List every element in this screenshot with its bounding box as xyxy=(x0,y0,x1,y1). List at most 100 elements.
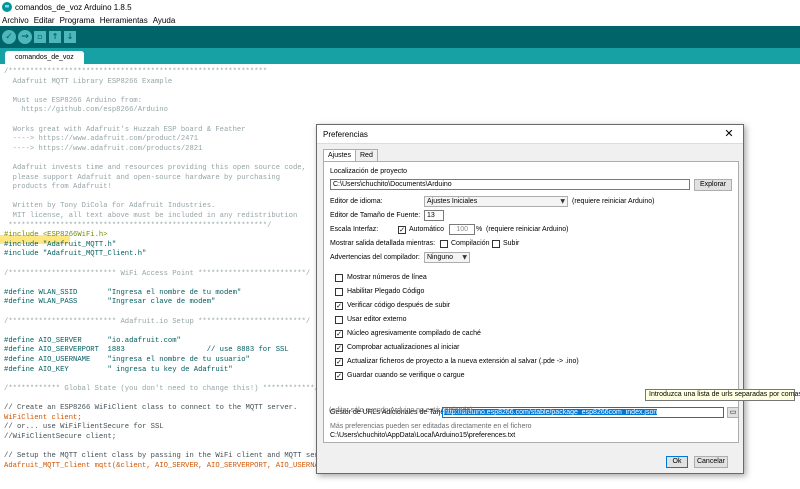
code-line: // or... use WiFiFlientSecure for SSL xyxy=(4,423,164,432)
code-line: WiFiClient client; xyxy=(4,413,82,422)
tab-sketch[interactable]: comandos_de_voz xyxy=(5,51,84,64)
code-line: //WiFiClientSecure client; xyxy=(4,432,117,441)
code-line: #define AIO_SERVERPORT 1883 // use 8883 … xyxy=(4,346,289,355)
option-checkbox[interactable]: ✓ xyxy=(335,330,343,338)
code-line: Adafruit MQTT Library ESP8266 Example xyxy=(4,77,173,86)
option-label: Verificar código después de subir xyxy=(347,302,451,309)
verbose-compile-label: Compilación xyxy=(451,240,490,247)
verbose-upload-label: Subir xyxy=(503,240,520,247)
chevron-down-icon: ▼ xyxy=(560,198,565,205)
code-line: /***************************************… xyxy=(4,68,268,76)
option-checkbox[interactable] xyxy=(335,316,343,324)
code-line: #define AIO_USERNAME "ingresa el nombre … xyxy=(4,356,250,364)
code-line: Works great with Adafruit's Huzzah ESP b… xyxy=(4,125,246,134)
code-line: /************************* WiFi Access P… xyxy=(4,269,311,278)
sketch-tab-bar: comandos_de_voz xyxy=(0,48,800,64)
prefs-file-path[interactable]: C:\Users\chuchito\AppData\Local\Arduino1… xyxy=(330,432,515,439)
preferences-dialog: Preferencias ✕ Ajustes Red Localización … xyxy=(316,124,744,474)
option-checkbox[interactable]: ✓ xyxy=(335,344,343,352)
menu-tools[interactable]: Herramientas xyxy=(100,16,148,25)
code-line: #define WLAN_PASS "Ingresar clave de mod… xyxy=(4,298,216,307)
down-arrow-icon: ↓ xyxy=(66,32,74,41)
option-checkbox[interactable] xyxy=(335,288,343,296)
code-line: Written by Tony DiCola for Adafruit Indu… xyxy=(4,202,216,211)
option-label: Actualizar ficheros de proyecto a la nue… xyxy=(347,358,579,365)
code-line: #define WLAN_SSID "Ingresa el nombre de … xyxy=(4,288,242,297)
sketchbook-label: Localización de proyecto xyxy=(330,168,408,175)
window-title: comandos_de_voz Arduino 1.8.5 xyxy=(15,2,132,12)
scale-input[interactable]: 100 xyxy=(449,224,475,235)
open-button[interactable]: ↑ xyxy=(49,31,61,43)
language-select[interactable]: Ajustes Iniciales ▼ xyxy=(424,196,568,207)
code-line: #include "Adafruit_MQTT.h" xyxy=(4,240,117,249)
code-line: // Create an ESP8266 WiFiClient class to… xyxy=(4,404,298,412)
boards-url-input[interactable]: http://arduino.esp8266.com/stable/packag… xyxy=(442,407,724,418)
edit-note: (editar sólo cuando Arduino no está corr… xyxy=(329,407,473,414)
cancel-button[interactable]: Cancelar xyxy=(694,456,728,468)
menu-bar: Archivo Editar Programa Herramientas Ayu… xyxy=(0,14,800,26)
code-line: #define AIO_SERVER "io.adafruit.com" xyxy=(4,336,181,345)
verbose-label: Mostrar salida detallada mientras: xyxy=(330,240,436,247)
sketchbook-path-input[interactable]: C:\Users\chuchito\Documents\Arduino xyxy=(330,179,690,190)
code-line: ----> https://www.adafruit.com/product/2… xyxy=(4,135,199,144)
new-button[interactable]: ▫ xyxy=(34,31,46,43)
chevron-down-icon: ▼ xyxy=(462,254,467,261)
code-line: /************ Global State (you don't ne… xyxy=(4,384,319,393)
option-label: Mostrar números de línea xyxy=(347,274,427,281)
font-size-input[interactable]: 13 xyxy=(424,210,444,221)
right-arrow-icon: → xyxy=(21,32,29,42)
scale-note: (requiere reiniciar Arduino) xyxy=(486,226,569,233)
option-label: Guardar cuando se verifique o cargue xyxy=(347,372,465,379)
menu-edit[interactable]: Editar xyxy=(34,16,55,25)
code-line: please support Adafruit and open-source … xyxy=(4,173,281,182)
option-checkbox[interactable]: ✓ xyxy=(335,358,343,366)
font-size-label: Editor de Tamaño de Fuente: xyxy=(330,212,421,219)
warnings-label: Advertencias del compilador: xyxy=(330,254,420,261)
code-line: MIT license, all text above must be incl… xyxy=(4,212,298,220)
save-button[interactable]: ↓ xyxy=(64,31,76,43)
scale-label: Escala Interfaz: xyxy=(330,226,379,233)
upload-button[interactable]: → xyxy=(18,30,32,44)
verbose-compile-checkbox[interactable] xyxy=(440,240,448,248)
scale-auto-checkbox[interactable]: ✓ xyxy=(398,226,406,234)
tooltip: Introduzca una lista de urls separadas p… xyxy=(645,389,800,401)
code-line: products from Adafruit! xyxy=(4,183,112,192)
menu-file[interactable]: Archivo xyxy=(2,16,29,25)
arduino-logo-icon: ∞ xyxy=(2,2,12,12)
language-note: (requiere reiniciar Arduino) xyxy=(572,198,655,205)
new-file-icon: ▫ xyxy=(37,32,43,41)
scale-unit: % xyxy=(476,226,483,233)
code-line: #include <ESP8266WiFi.h> xyxy=(4,231,108,240)
code-line: Must use ESP8266 Arduino from: xyxy=(4,96,143,105)
option-label: Comprobar actualizaciones al iniciar xyxy=(347,344,460,351)
up-arrow-icon: ↑ xyxy=(51,32,59,41)
close-icon[interactable]: ✕ xyxy=(715,125,743,143)
boards-url-value: http://arduino.esp8266.com/stable/packag… xyxy=(444,409,658,416)
ok-button[interactable]: Ok xyxy=(666,456,688,468)
dialog-titlebar: Preferencias ✕ xyxy=(317,125,743,144)
window-titlebar: ∞ comandos_de_voz Arduino 1.8.5 xyxy=(0,0,800,14)
code-line: ****************************************… xyxy=(4,221,272,230)
menu-help[interactable]: Ayuda xyxy=(153,16,176,25)
warnings-select[interactable]: Ninguno ▼ xyxy=(424,252,470,263)
boards-url-edit-button[interactable]: ▭ xyxy=(727,407,739,418)
code-line: Adafruit invests time and resources prov… xyxy=(4,164,306,172)
option-checkbox[interactable]: ✓ xyxy=(335,302,343,310)
code-line: /************************* Adafruit.io S… xyxy=(4,317,311,326)
check-icon: ✓ xyxy=(5,32,13,42)
verbose-upload-checkbox[interactable] xyxy=(492,240,500,248)
verify-button[interactable]: ✓ xyxy=(2,30,16,44)
language-label: Editor de idioma: xyxy=(330,198,383,205)
more-prefs-note: Más preferencias pueden ser editadas dir… xyxy=(330,423,532,430)
tab-network[interactable]: Red xyxy=(355,149,378,161)
window-icon: ▭ xyxy=(729,409,737,416)
menu-sketch[interactable]: Programa xyxy=(60,16,95,25)
option-checkbox[interactable]: ✓ xyxy=(335,372,343,380)
browse-button[interactable]: Explorar xyxy=(694,179,732,191)
warnings-select-value: Ninguno xyxy=(427,254,454,261)
option-label: Núcleo agresivamente compilado de caché xyxy=(347,330,481,337)
language-select-value: Ajustes Iniciales xyxy=(427,198,478,205)
option-checkbox[interactable] xyxy=(335,274,343,282)
code-line: https://github.com/esp8266/Arduino xyxy=(4,106,168,115)
code-line: #include "Adafruit_MQTT_Client.h" xyxy=(4,250,147,259)
